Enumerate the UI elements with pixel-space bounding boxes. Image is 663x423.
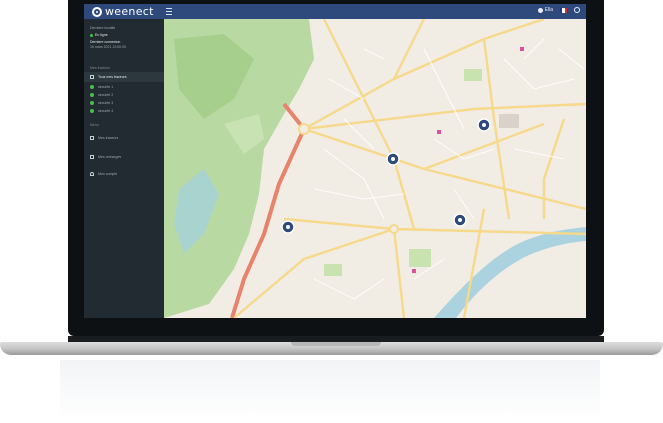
menu-item-label: Mes recharges [98,155,122,159]
tracker-item[interactable]: sécurité 4 [84,107,164,115]
device-status: En ligne [90,33,108,37]
map-view[interactable] [164,19,586,318]
top-right-controls: Ella [537,7,580,13]
roundabout [298,123,310,135]
logo-text: weenect [105,5,154,18]
online-dot-icon [90,93,94,97]
square-park [324,264,342,276]
block-area [499,114,519,128]
app-window: weenect Ella Derniere localite En ligne … [84,4,586,318]
all-trackers-item[interactable]: Tous mes traceurs [84,72,164,82]
menu-item-recharges[interactable]: Mes recharges [84,152,164,162]
laptop-notch [291,342,381,346]
tracker-marker-1[interactable] [386,152,400,166]
menu-item-trackers[interactable]: Mes traceurs [84,133,164,143]
tracker-item[interactable]: sécurité 1 [84,83,164,91]
tracker-icon [90,136,94,140]
tracker-marker-3[interactable] [281,220,295,234]
menu-item-label: Mon compte [98,172,118,176]
menu-item-label: Mes traceurs [98,136,119,140]
square-park [464,69,482,81]
last-seen-value: 16 mars 2021 12:00:00 [90,45,126,49]
menu-section-title: Menu [90,123,99,127]
tracker-label: sécurité 1 [98,85,114,89]
weenect-logo[interactable]: weenect [92,5,154,18]
language-flag-icon[interactable] [560,7,567,13]
device-status-text: En ligne [95,33,108,37]
online-dot-icon [90,101,94,105]
user-icon [90,172,94,176]
poi-marker [412,269,416,273]
user-icon [537,7,543,13]
tracker-label: sécurité 2 [98,93,114,97]
user-menu[interactable]: Ella [537,7,553,13]
flag-stripe-red [564,7,567,13]
map-icon [90,75,94,79]
menu-item-account[interactable]: Mon compte [84,169,164,179]
device-heading: Derniere localite [90,26,116,30]
hamburger-menu-icon[interactable] [166,8,172,15]
poi-marker [520,47,524,51]
poi-marker [437,130,441,134]
status-dot-icon [90,33,93,37]
online-dot-icon [90,109,94,113]
card-icon [90,155,94,159]
tracker-marker-4[interactable] [453,213,467,227]
tracker-item[interactable]: sécurité 2 [84,91,164,99]
tracker-label: sécurité 4 [98,109,114,113]
logo-icon [92,6,102,17]
tracker-item[interactable]: sécurité 3 [84,99,164,107]
user-name: Ella [544,7,553,13]
last-seen-label: Derniere connexion [90,40,121,44]
laptop-reflection [60,360,600,420]
tracker-label: sécurité 3 [98,101,114,105]
sidebar: Derniere localite En ligne Derniere conn… [84,19,164,318]
tracker-marker-2[interactable] [477,118,491,132]
top-bar: weenect Ella [84,4,586,19]
all-trackers-label: Tous mes traceurs [98,75,127,79]
trackers-section-title: Mes trackers [90,66,111,70]
square-park [409,249,431,267]
logout-icon[interactable] [574,7,580,13]
online-dot-icon [90,85,94,89]
roundabout [389,224,399,234]
